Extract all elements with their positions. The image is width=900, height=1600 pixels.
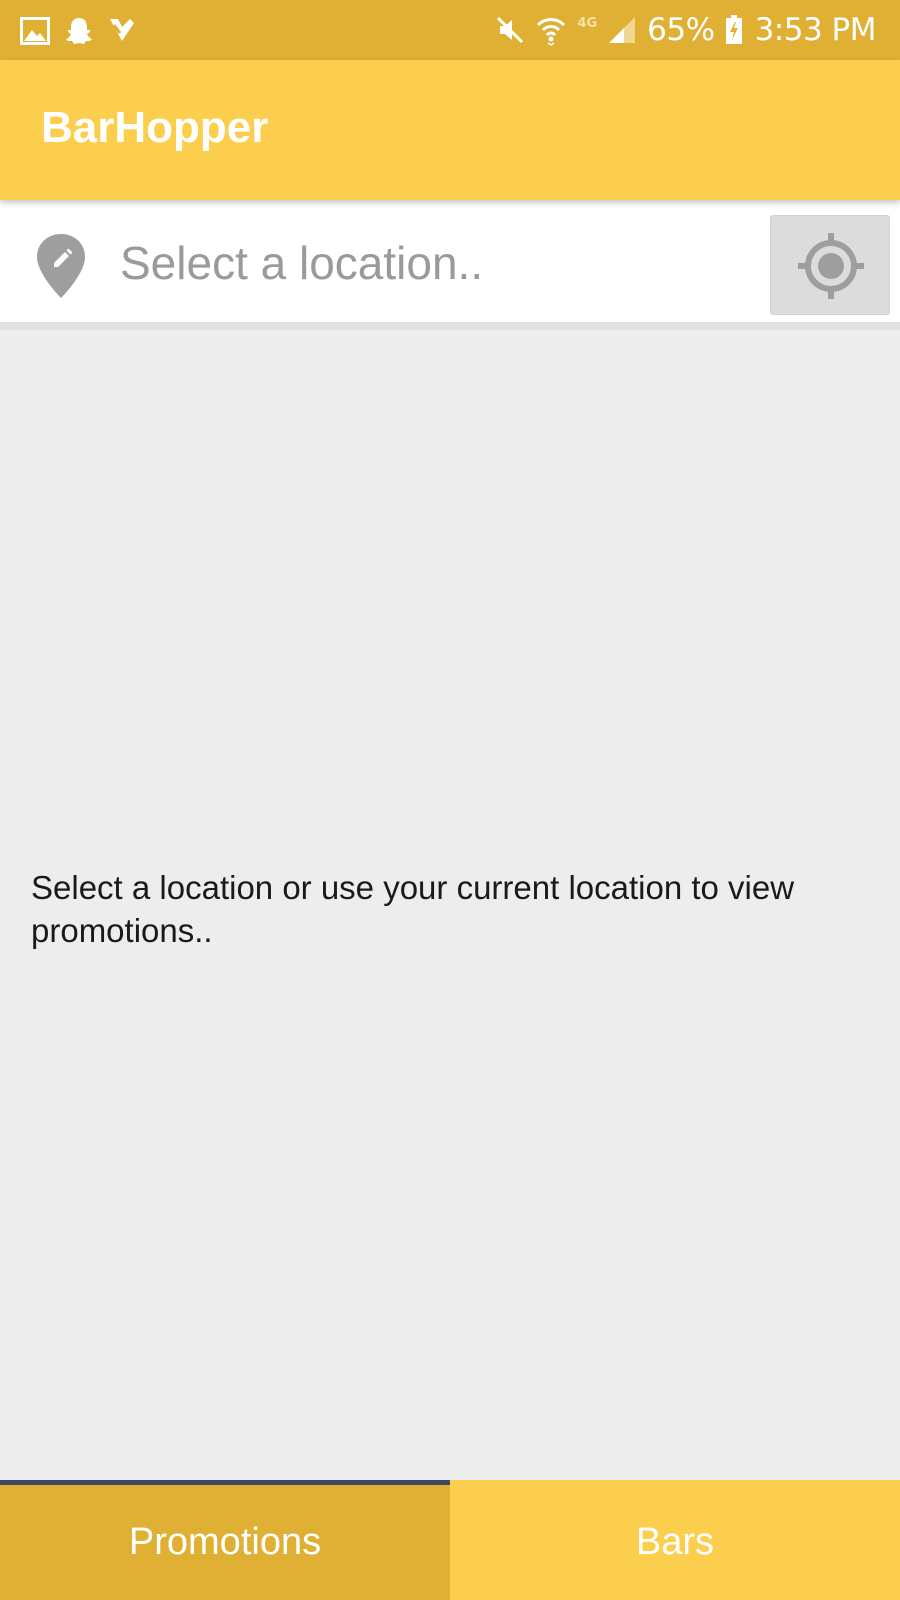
app-title: BarHopper bbox=[41, 103, 269, 152]
signal-icon bbox=[607, 15, 637, 45]
use-current-location-button[interactable] bbox=[770, 215, 890, 315]
clock: 3:53 PM bbox=[754, 12, 877, 48]
tab-label: Promotions bbox=[128, 1520, 322, 1563]
snapchat-icon bbox=[64, 16, 94, 46]
system-status: 4G 65% 3:53 PM bbox=[495, 8, 877, 52]
bottom-tab-bar: Promotions Bars bbox=[0, 1480, 900, 1600]
selected-tab-indicator bbox=[0, 1480, 450, 1485]
battery-percent: 65% bbox=[647, 12, 715, 48]
wifi-icon bbox=[535, 14, 567, 46]
gallery-icon bbox=[20, 17, 50, 45]
tab-promotions[interactable]: Promotions bbox=[0, 1480, 450, 1600]
location-input[interactable] bbox=[120, 228, 740, 298]
status-bar: 4G 65% 3:53 PM bbox=[0, 0, 900, 60]
promotions-content: Select a location or use your current lo… bbox=[0, 330, 900, 1480]
notification-icons bbox=[20, 14, 136, 48]
location-pin-edit-icon bbox=[34, 230, 88, 302]
tab-bars[interactable]: Bars bbox=[450, 1480, 900, 1600]
tab-label: Bars bbox=[635, 1520, 715, 1563]
location-divider bbox=[0, 322, 900, 330]
mute-icon bbox=[495, 15, 525, 45]
gps-crosshair-icon bbox=[798, 233, 864, 299]
app-bar: BarHopper bbox=[0, 60, 900, 200]
checkmark-app-icon bbox=[108, 17, 136, 45]
location-bar bbox=[0, 200, 900, 322]
lte-icon: 4G bbox=[577, 15, 598, 31]
empty-state-message: Select a location or use your current lo… bbox=[31, 869, 795, 949]
battery-charging-icon bbox=[725, 15, 743, 45]
